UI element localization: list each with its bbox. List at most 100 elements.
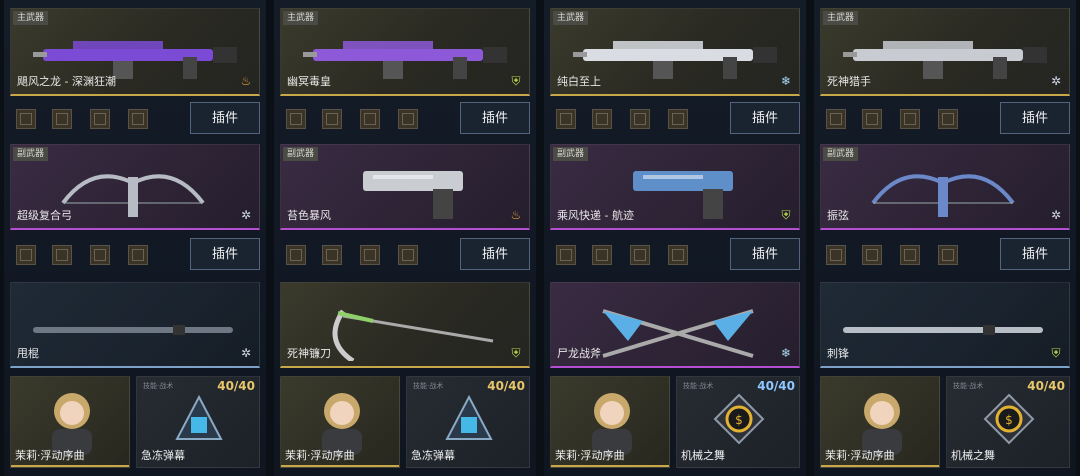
primary-attachment-row: 插件 [10, 100, 260, 136]
skill-icon [443, 393, 495, 449]
attachment-slot-icon[interactable] [556, 245, 576, 265]
skill-name: 急冻弹幕 [141, 449, 185, 462]
attachment-slot-icon[interactable] [630, 245, 650, 265]
melee-weapon-name: 尸龙战斧 [557, 347, 601, 360]
primary-weapon-card[interactable]: 主武器 飓风之龙 - 深渊狂潮 ♨ [10, 8, 260, 96]
melee-weapon-card[interactable]: 尸龙战斧 ❄ [550, 282, 800, 368]
melee-weapon-card[interactable]: 甩棍 ✲ [10, 282, 260, 368]
attachment-slot-icon[interactable] [360, 109, 380, 129]
snowflake-icon: ❄ [780, 346, 792, 360]
attachment-slot-icon[interactable] [668, 245, 688, 265]
secondary-plugin-button[interactable]: 插件 [730, 238, 800, 270]
primary-weapon-name: 幽冥毒皇 [287, 75, 331, 88]
attachment-slot-icon[interactable] [52, 245, 72, 265]
skill-name: 急冻弹幕 [411, 449, 455, 462]
skill-card[interactable]: 技能·战术 40/40 $ 机械之舞 [676, 376, 800, 468]
secondary-weapon-card[interactable]: 副武器 乘风快递 - 航迹 ⛨ [550, 144, 800, 230]
melee-weapon-name: 刺锋 [827, 347, 849, 360]
secondary-weapon-image [843, 163, 1053, 227]
primary-weapon-tag: 主武器 [13, 11, 49, 25]
primary-plugin-button[interactable]: 插件 [730, 102, 800, 134]
attachment-slot-icon[interactable] [322, 109, 342, 129]
attachment-slot-icon[interactable] [286, 245, 306, 265]
primary-weapon-tag: 主武器 [283, 11, 319, 25]
melee-weapon-image [303, 301, 513, 365]
secondary-plugin-button[interactable]: 插件 [1000, 238, 1070, 270]
attachment-slot-icon[interactable] [556, 109, 576, 129]
primary-weapon-card[interactable]: 主武器 纯白至上 ❄ [550, 8, 800, 96]
star-icon: ✲ [1050, 74, 1062, 88]
skill-type-label: 技能·战术 [953, 382, 984, 390]
character-card[interactable]: 茉莉·浮动序曲 [10, 376, 130, 468]
attachment-slot-icon[interactable] [286, 109, 306, 129]
secondary-weapon-card[interactable]: 副武器 振弦 ✲ [820, 144, 1070, 230]
primary-plugin-button[interactable]: 插件 [460, 102, 530, 134]
attachment-slot-icon[interactable] [900, 109, 920, 129]
secondary-weapon-card[interactable]: 副武器 苔色暴风 ♨ [280, 144, 530, 230]
attachment-slot-icon[interactable] [900, 245, 920, 265]
attachment-slot-icon[interactable] [630, 109, 650, 129]
attachment-slot-icon[interactable] [398, 245, 418, 265]
primary-weapon-card[interactable]: 主武器 幽冥毒皇 ⛨ [280, 8, 530, 96]
melee-weapon-name: 甩棍 [17, 347, 39, 360]
melee-weapon-image [33, 301, 243, 365]
primary-weapon-name: 飓风之龙 - 深渊狂潮 [17, 75, 116, 88]
skill-card[interactable]: 技能·战术 40/40 $ 机械之舞 [946, 376, 1070, 468]
attachment-slot-icon[interactable] [592, 109, 612, 129]
snowflake-icon: ❄ [780, 74, 792, 88]
attachment-slot-icon[interactable] [938, 245, 958, 265]
attachment-slot-icon[interactable] [52, 109, 72, 129]
secondary-weapon-tag: 副武器 [823, 147, 859, 161]
primary-attachment-row: 插件 [550, 100, 800, 136]
secondary-weapon-name: 乘风快递 - 航迹 [557, 209, 634, 222]
secondary-attachment-row: 插件 [280, 236, 530, 272]
star-icon: ✲ [1050, 208, 1062, 222]
attachment-slot-icon[interactable] [128, 109, 148, 129]
secondary-plugin-button[interactable]: 插件 [190, 238, 260, 270]
skill-count: 40/40 [757, 379, 795, 393]
skill-card[interactable]: 技能·战术 40/40 急冻弹幕 [136, 376, 260, 468]
attachment-slot-icon[interactable] [16, 109, 36, 129]
attachment-slot-icon[interactable] [862, 245, 882, 265]
skill-count: 40/40 [1027, 379, 1065, 393]
melee-weapon-card[interactable]: 刺锋 ⛨ [820, 282, 1070, 368]
primary-plugin-button[interactable]: 插件 [190, 102, 260, 134]
attachment-slot-icon[interactable] [360, 245, 380, 265]
attachment-slot-icon[interactable] [826, 109, 846, 129]
character-underline [11, 465, 129, 467]
character-card[interactable]: 茉莉·浮动序曲 [550, 376, 670, 468]
attachment-slot-icon[interactable] [128, 245, 148, 265]
secondary-weapon-name: 振弦 [827, 209, 849, 222]
attachment-slot-icon[interactable] [592, 245, 612, 265]
attachment-slot-icon[interactable] [826, 245, 846, 265]
character-card[interactable]: 茉莉·浮动序曲 [820, 376, 940, 468]
secondary-weapon-name: 苔色暴风 [287, 209, 331, 222]
primary-weapon-card[interactable]: 主武器 死神猎手 ✲ [820, 8, 1070, 96]
primary-weapon-tag: 主武器 [823, 11, 859, 25]
character-card[interactable]: 茉莉·浮动序曲 [280, 376, 400, 468]
loadout-column-1: 主武器 飓风之龙 - 深渊狂潮♨插件副武器 超级复合弓✲插件 甩棍✲ [4, 0, 266, 476]
skill-card[interactable]: 技能·战术 40/40 急冻弹幕 [406, 376, 530, 468]
loadout-column-2: 主武器 幽冥毒皇 ⛨ 插件 副武器 苔色暴风 ♨ 插件 死神镰刀 ⛨ 茉莉·浮动… [274, 0, 536, 476]
primary-plugin-button[interactable]: 插件 [1000, 102, 1070, 134]
loadout-column-4: 主武器 死神猎手 ✲ 插件 副武器 振弦 ✲ 插件 刺锋 ⛨ 茉莉·浮动序曲 技… [814, 0, 1076, 476]
secondary-weapon-tag: 副武器 [553, 147, 589, 161]
attachment-slot-icon[interactable] [938, 109, 958, 129]
attachment-slot-icon[interactable] [90, 109, 110, 129]
skill-count: 40/40 [487, 379, 525, 393]
attachment-slot-icon[interactable] [398, 109, 418, 129]
flame-icon: ♨ [510, 208, 522, 222]
secondary-weapon-tag: 副武器 [13, 147, 49, 161]
attachment-slot-icon[interactable] [16, 245, 36, 265]
secondary-weapon-card[interactable]: 副武器 超级复合弓 ✲ [10, 144, 260, 230]
attachment-slot-icon[interactable] [668, 109, 688, 129]
melee-weapon-card[interactable]: 死神镰刀 ⛨ [280, 282, 530, 368]
secondary-weapon-tag: 副武器 [283, 147, 319, 161]
secondary-plugin-button[interactable]: 插件 [460, 238, 530, 270]
attachment-slot-icon[interactable] [322, 245, 342, 265]
skill-type-label: 技能·战术 [413, 382, 444, 390]
attachment-slot-icon[interactable] [90, 245, 110, 265]
melee-weapon-image [573, 301, 783, 365]
star-icon: ✲ [240, 208, 252, 222]
attachment-slot-icon[interactable] [862, 109, 882, 129]
